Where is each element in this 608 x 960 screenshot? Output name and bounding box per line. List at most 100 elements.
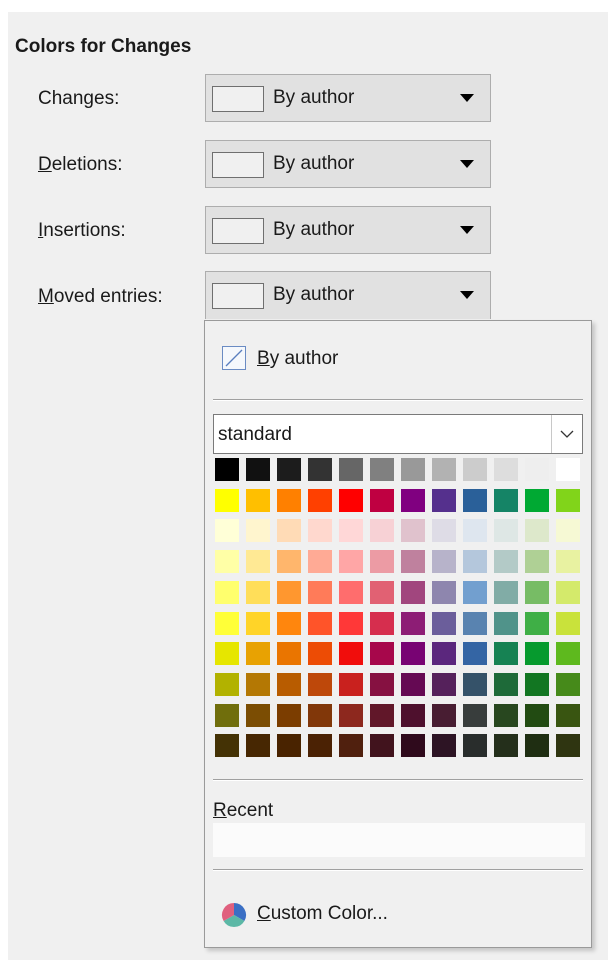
color-swatch-cell[interactable] xyxy=(370,550,394,573)
color-swatch-cell[interactable] xyxy=(246,642,270,665)
custom-color-button[interactable]: Custom Color... xyxy=(219,898,479,932)
color-swatch-cell[interactable] xyxy=(370,489,394,512)
color-swatch-cell[interactable] xyxy=(277,612,301,635)
insertions-color-dropdown[interactable]: By author xyxy=(205,206,491,254)
color-swatch-cell[interactable] xyxy=(246,581,270,604)
color-swatch-cell[interactable] xyxy=(463,704,487,727)
palette-select[interactable]: standard xyxy=(213,414,583,454)
color-swatch-cell[interactable] xyxy=(401,519,425,542)
color-swatch-cell[interactable] xyxy=(494,612,518,635)
color-swatch-cell[interactable] xyxy=(277,642,301,665)
color-swatch-cell[interactable] xyxy=(525,673,549,696)
color-swatch-cell[interactable] xyxy=(370,612,394,635)
color-swatch-cell[interactable] xyxy=(215,612,239,635)
color-swatch-cell[interactable] xyxy=(494,458,518,481)
color-swatch-cell[interactable] xyxy=(215,642,239,665)
color-swatch-cell[interactable] xyxy=(525,734,549,757)
color-swatch-cell[interactable] xyxy=(215,550,239,573)
color-swatch-cell[interactable] xyxy=(308,581,332,604)
color-swatch-cell[interactable] xyxy=(432,489,456,512)
color-swatch-cell[interactable] xyxy=(246,704,270,727)
color-swatch-cell[interactable] xyxy=(215,734,239,757)
color-swatch-cell[interactable] xyxy=(308,734,332,757)
color-swatch-cell[interactable] xyxy=(246,673,270,696)
color-swatch-cell[interactable] xyxy=(370,704,394,727)
color-swatch-cell[interactable] xyxy=(215,519,239,542)
deletions-color-dropdown[interactable]: By author xyxy=(205,140,491,188)
color-swatch-cell[interactable] xyxy=(401,550,425,573)
color-swatch-cell[interactable] xyxy=(339,734,363,757)
color-swatch-cell[interactable] xyxy=(246,550,270,573)
color-swatch-cell[interactable] xyxy=(494,642,518,665)
color-swatch-cell[interactable] xyxy=(432,458,456,481)
color-swatch-cell[interactable] xyxy=(277,519,301,542)
color-swatch-cell[interactable] xyxy=(215,704,239,727)
color-swatch-cell[interactable] xyxy=(463,458,487,481)
color-swatch-cell[interactable] xyxy=(494,704,518,727)
color-swatch-cell[interactable] xyxy=(370,581,394,604)
color-swatch-cell[interactable] xyxy=(432,519,456,542)
color-swatch-cell[interactable] xyxy=(525,550,549,573)
color-swatch-cell[interactable] xyxy=(246,489,270,512)
color-swatch-cell[interactable] xyxy=(339,642,363,665)
color-swatch-cell[interactable] xyxy=(339,704,363,727)
color-swatch-cell[interactable] xyxy=(401,612,425,635)
color-swatch-cell[interactable] xyxy=(525,704,549,727)
color-swatch-cell[interactable] xyxy=(277,734,301,757)
color-swatch-cell[interactable] xyxy=(339,673,363,696)
color-swatch-cell[interactable] xyxy=(556,642,580,665)
color-swatch-cell[interactable] xyxy=(277,673,301,696)
changes-color-dropdown[interactable]: By author xyxy=(205,74,491,122)
color-swatch-cell[interactable] xyxy=(556,489,580,512)
color-swatch-cell[interactable] xyxy=(494,489,518,512)
color-swatch-cell[interactable] xyxy=(494,581,518,604)
color-swatch-cell[interactable] xyxy=(308,704,332,727)
color-swatch-cell[interactable] xyxy=(401,581,425,604)
color-swatch-cell[interactable] xyxy=(370,642,394,665)
color-swatch-cell[interactable] xyxy=(432,642,456,665)
color-swatch-cell[interactable] xyxy=(463,612,487,635)
color-swatch-cell[interactable] xyxy=(556,704,580,727)
color-swatch-cell[interactable] xyxy=(432,612,456,635)
color-swatch-cell[interactable] xyxy=(556,519,580,542)
color-swatch-cell[interactable] xyxy=(525,612,549,635)
color-swatch-cell[interactable] xyxy=(308,673,332,696)
color-swatch-cell[interactable] xyxy=(463,673,487,696)
color-swatch-cell[interactable] xyxy=(215,581,239,604)
color-swatch-cell[interactable] xyxy=(463,550,487,573)
color-swatch-cell[interactable] xyxy=(401,704,425,727)
color-swatch-cell[interactable] xyxy=(401,458,425,481)
color-swatch-cell[interactable] xyxy=(370,734,394,757)
color-swatch-cell[interactable] xyxy=(339,581,363,604)
color-swatch-cell[interactable] xyxy=(494,550,518,573)
color-swatch-cell[interactable] xyxy=(370,519,394,542)
color-swatch-cell[interactable] xyxy=(339,458,363,481)
color-swatch-cell[interactable] xyxy=(556,458,580,481)
color-swatch-cell[interactable] xyxy=(494,673,518,696)
color-swatch-cell[interactable] xyxy=(308,642,332,665)
color-swatch-cell[interactable] xyxy=(432,704,456,727)
color-swatch-cell[interactable] xyxy=(463,734,487,757)
color-swatch-cell[interactable] xyxy=(308,519,332,542)
color-swatch-cell[interactable] xyxy=(556,612,580,635)
color-swatch-cell[interactable] xyxy=(308,550,332,573)
color-swatch-cell[interactable] xyxy=(432,673,456,696)
color-swatch-cell[interactable] xyxy=(556,550,580,573)
color-swatch-cell[interactable] xyxy=(246,458,270,481)
color-swatch-cell[interactable] xyxy=(308,489,332,512)
color-swatch-cell[interactable] xyxy=(277,458,301,481)
by-author-option[interactable]: By author xyxy=(219,343,419,375)
color-swatch-cell[interactable] xyxy=(525,581,549,604)
color-swatch-cell[interactable] xyxy=(370,458,394,481)
color-swatch-cell[interactable] xyxy=(494,519,518,542)
color-swatch-cell[interactable] xyxy=(401,734,425,757)
color-swatch-cell[interactable] xyxy=(525,458,549,481)
color-swatch-cell[interactable] xyxy=(339,612,363,635)
color-swatch-cell[interactable] xyxy=(277,704,301,727)
color-swatch-cell[interactable] xyxy=(215,458,239,481)
color-swatch-cell[interactable] xyxy=(339,550,363,573)
color-swatch-cell[interactable] xyxy=(215,673,239,696)
color-swatch-cell[interactable] xyxy=(432,550,456,573)
palette-dropdown-button[interactable] xyxy=(551,415,582,453)
color-swatch-cell[interactable] xyxy=(432,581,456,604)
